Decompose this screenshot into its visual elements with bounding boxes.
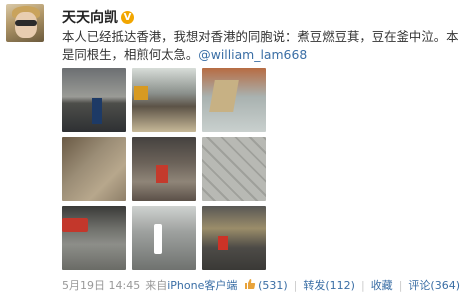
via-label: 来自 bbox=[145, 279, 168, 292]
repost-button[interactable]: 转发(112) bbox=[303, 277, 355, 293]
photo-thumbnail-1[interactable] bbox=[62, 68, 126, 132]
action-divider: | bbox=[293, 278, 298, 292]
comment-button[interactable]: 评论(364) bbox=[408, 277, 460, 293]
like-count: (531) bbox=[258, 279, 288, 292]
avatar-glasses bbox=[15, 20, 37, 26]
verified-icon: V bbox=[121, 10, 134, 24]
post-footer: 5月19日 14:45 来自iPhone客户端 (531) | 转发(112) |… bbox=[62, 277, 460, 293]
photo-thumbnail-5[interactable] bbox=[132, 137, 196, 201]
post-text: 本人已经抵达香港，我想对香港的同胞说：煮豆燃豆萁，豆在釜中泣。本是同根生，相煎何… bbox=[62, 28, 460, 63]
post-timestamp[interactable]: 5月19日 14:45 bbox=[62, 279, 140, 292]
photo-thumbnail-3[interactable] bbox=[202, 68, 266, 132]
photo-thumbnail-7[interactable] bbox=[62, 206, 126, 270]
photo-thumbnail-9[interactable] bbox=[202, 206, 266, 270]
user-row: 天天向凯 V bbox=[62, 8, 134, 26]
action-divider: | bbox=[360, 278, 365, 292]
client-link[interactable]: iPhone客户端 bbox=[167, 279, 237, 292]
post-meta: 5月19日 14:45 来自iPhone客户端 bbox=[62, 277, 237, 293]
mention-link[interactable]: @william_lam668 bbox=[198, 47, 307, 62]
avatar[interactable] bbox=[6, 4, 44, 42]
photo-thumbnail-2[interactable] bbox=[132, 68, 196, 132]
favorite-button[interactable]: 收藏 bbox=[371, 277, 393, 293]
action-divider: | bbox=[398, 278, 403, 292]
photo-grid bbox=[62, 68, 266, 270]
action-bar: (531) | 转发(112) | 收藏 | 评论(364) bbox=[244, 277, 460, 293]
thumbs-up-icon bbox=[245, 279, 256, 289]
photo-thumbnail-8[interactable] bbox=[132, 206, 196, 270]
like-button[interactable]: (531) bbox=[244, 278, 288, 292]
username[interactable]: 天天向凯 bbox=[62, 7, 118, 27]
photo-thumbnail-4[interactable] bbox=[62, 137, 126, 201]
photo-thumbnail-6[interactable] bbox=[202, 137, 266, 201]
